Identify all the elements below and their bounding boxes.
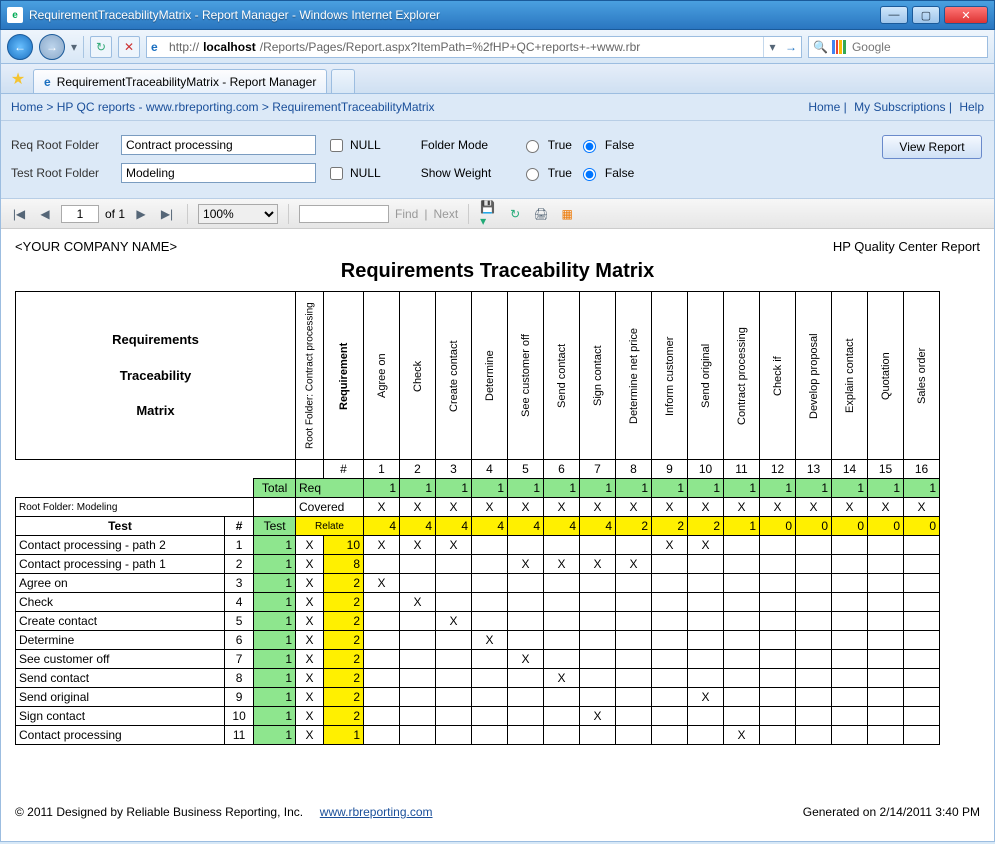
show-weight-false-radio[interactable] [583, 168, 596, 181]
address-bar[interactable]: e http:// localhost/Reports/Pages/Report.… [146, 36, 802, 58]
test-root-input[interactable] [121, 163, 316, 183]
tab-active[interactable]: e RequirementTraceabilityMatrix - Report… [33, 69, 327, 93]
traceability-matrix: RequirementsTraceabilityMatrixRoot Folde… [15, 291, 940, 745]
report-footer: © 2011 Designed by Reliable Business Rep… [1, 799, 994, 825]
refresh-report-button[interactable]: ↻ [505, 204, 525, 224]
last-page-button[interactable]: ▶| [157, 204, 177, 224]
crumb-folder[interactable]: HP QC reports - www.rbreporting.com [57, 100, 259, 114]
ie-icon: e [151, 40, 165, 54]
next-find-button[interactable]: Next [433, 207, 458, 221]
find-button[interactable]: Find [395, 207, 418, 221]
search-icon: 🔍 [813, 40, 828, 54]
app-icon: e [7, 7, 23, 23]
google-logo-icon [832, 40, 846, 54]
back-button[interactable]: ← [7, 34, 33, 60]
new-tab-button[interactable] [331, 69, 355, 93]
link-subscriptions[interactable]: My Subscriptions [854, 100, 945, 114]
forward-button[interactable]: → [39, 34, 65, 60]
crumb-home[interactable]: Home [11, 100, 43, 114]
ie-page-icon: e [44, 75, 51, 89]
show-weight-label: Show Weight [421, 166, 511, 180]
close-button[interactable]: ✕ [944, 6, 988, 24]
folder-mode-false-radio[interactable] [583, 140, 596, 153]
test-root-null-checkbox[interactable] [330, 167, 343, 180]
search-input[interactable] [850, 39, 970, 55]
req-root-input[interactable] [121, 135, 316, 155]
refresh-button[interactable]: ↻ [90, 36, 112, 58]
footer-link[interactable]: www.rbreporting.com [320, 805, 433, 819]
tab-title: RequirementTraceabilityMatrix - Report M… [57, 75, 317, 89]
minimize-button[interactable]: — [880, 6, 908, 24]
first-page-button[interactable]: |◀ [9, 204, 29, 224]
nav-dropdown-icon[interactable]: ▾ [71, 40, 77, 54]
window-titlebar: e RequirementTraceabilityMatrix - Report… [0, 0, 995, 30]
report-title: Requirements Traceability Matrix [15, 260, 980, 283]
report-toolbar: |◀ ◀ of 1 ▶ ▶| 100% Find | Next 💾▾ ↻ 🖨 ▦ [1, 199, 994, 229]
page-of-label: of 1 [105, 207, 125, 221]
next-page-button[interactable]: ▶ [131, 204, 151, 224]
favorites-button[interactable]: ★ [7, 68, 29, 90]
folder-mode-true-radio[interactable] [526, 140, 539, 153]
browser-nav-bar: ← → ▾ ↻ ✕ e http:// localhost/Reports/Pag… [0, 30, 995, 64]
req-root-label: Req Root Folder [11, 138, 111, 152]
zoom-select[interactable]: 100% [198, 204, 278, 224]
generated-label: Generated on 2/14/2011 3:40 PM [803, 805, 980, 819]
go-button[interactable]: → [785, 40, 797, 54]
breadcrumb: Home > HP QC reports - www.rbreporting.c… [1, 94, 994, 121]
window-title: RequirementTraceabilityMatrix - Report M… [29, 8, 880, 22]
page-input[interactable] [61, 205, 99, 223]
tab-bar: ★ e RequirementTraceabilityMatrix - Repo… [0, 64, 995, 94]
crumb-report[interactable]: RequirementTraceabilityMatrix [272, 100, 434, 114]
url-rest: /Reports/Pages/Report.aspx?ItemPath=%2fH… [260, 40, 641, 54]
folder-mode-label: Folder Mode [421, 138, 511, 152]
url-host: localhost [203, 40, 256, 54]
maximize-button[interactable]: ▢ [912, 6, 940, 24]
search-box[interactable]: 🔍 [808, 36, 988, 58]
view-report-button[interactable]: View Report [882, 135, 982, 159]
report-body: <YOUR COMPANY NAME> HP Quality Center Re… [1, 229, 994, 799]
test-root-label: Test Root Folder [11, 166, 111, 180]
export-data-button[interactable]: ▦ [557, 204, 577, 224]
req-root-null-checkbox[interactable] [330, 139, 343, 152]
print-button[interactable]: 🖨 [531, 204, 551, 224]
url-prefix: http:// [169, 40, 199, 54]
product-label: HP Quality Center Report [833, 239, 980, 254]
address-dropdown-icon[interactable]: ▾ [763, 37, 781, 57]
company-placeholder: <YOUR COMPANY NAME> [15, 239, 177, 254]
prev-page-button[interactable]: ◀ [35, 204, 55, 224]
stop-button[interactable]: ✕ [118, 36, 140, 58]
report-parameters: Req Root Folder NULL Folder Mode True Fa… [1, 121, 994, 199]
link-help[interactable]: Help [959, 100, 984, 114]
link-home[interactable]: Home [808, 100, 840, 114]
export-button[interactable]: 💾▾ [479, 204, 499, 224]
find-input[interactable] [299, 205, 389, 223]
show-weight-true-radio[interactable] [526, 168, 539, 181]
